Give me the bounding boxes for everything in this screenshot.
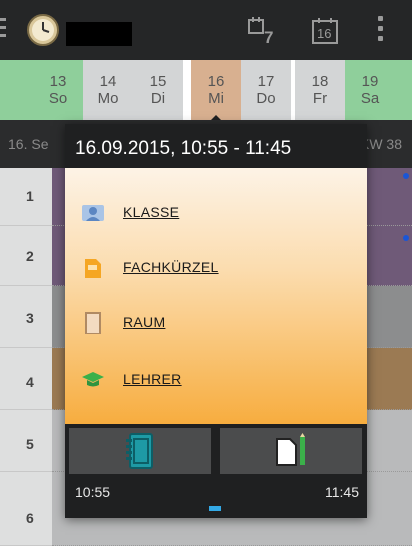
week-icon-number: 7 [264, 28, 274, 47]
dialog-body: KLASSE FACHKÜRZEL RAUM LEHRER [65, 168, 367, 424]
homework-button[interactable] [69, 428, 211, 474]
day-friday[interactable]: 18 Fr [295, 60, 345, 120]
day-number: 16 [207, 73, 225, 90]
time-start: 10:55 [75, 484, 111, 500]
teacher-hat-icon [81, 369, 105, 391]
day-name: Mo [97, 90, 119, 107]
period-4: 4 [0, 348, 52, 410]
class-link[interactable]: KLASSE [65, 198, 367, 228]
page-indicator [209, 506, 221, 511]
day-number: 18 [311, 73, 329, 90]
clock-icon[interactable] [26, 13, 60, 47]
lesson-indicator-dot [403, 235, 409, 241]
teacher-label[interactable]: LEHRER [123, 371, 182, 387]
class-label[interactable]: KLASSE [123, 204, 179, 220]
time-end: 11:45 [325, 484, 359, 500]
day-name: So [48, 90, 68, 107]
period-number: 5 [26, 436, 34, 452]
document-edit-icon [276, 433, 305, 466]
period-number: 2 [26, 248, 34, 264]
period-number: 1 [26, 188, 34, 204]
day-name: Do [256, 90, 276, 107]
day-strip: 13 So 14 Mo 15 Di 16 Mi 17 Do 18 Fr 19 Sa [0, 60, 412, 120]
day-edge-left [0, 60, 33, 120]
screen: 7 16 13 So 14 Mo 15 Di 16 Mi 17 Do 18 Fr 19 Sa … [0, 0, 412, 546]
menu-icon[interactable] [0, 18, 6, 40]
day-saturday[interactable]: 19 Sa [345, 60, 395, 120]
calendar-day-icon[interactable]: 16 [310, 16, 340, 46]
day-number: 13 [49, 73, 67, 90]
period-6: 6 [0, 472, 52, 546]
day-number: 14 [99, 73, 117, 90]
subject-link[interactable]: FACHKÜRZEL [65, 253, 367, 283]
app-bar: 7 16 [0, 0, 412, 60]
day-name: Mi [208, 90, 224, 107]
teacher-link[interactable]: LEHRER [65, 365, 367, 395]
day-name: Di [150, 90, 166, 107]
period-3: 3 [0, 286, 52, 348]
day-wednesday[interactable]: 16 Mi [191, 60, 241, 120]
room-door-icon [81, 312, 105, 335]
day-thursday[interactable]: 17 Do [241, 60, 291, 120]
day-icon-number: 16 [317, 26, 332, 41]
day-tuesday[interactable]: 15 Di [133, 60, 183, 120]
notes-button[interactable] [220, 428, 362, 474]
day-number: 15 [149, 73, 167, 90]
period-2: 2 [0, 226, 52, 286]
day-edge-right [395, 60, 412, 120]
day-monday[interactable]: 14 Mo [83, 60, 133, 120]
class-icon [81, 202, 105, 224]
more-vert-icon[interactable] [378, 16, 384, 46]
period-number: 6 [26, 510, 34, 526]
day-name: Sa [360, 90, 380, 107]
calendar-week-icon[interactable]: 7 [247, 16, 279, 47]
period-number: 3 [26, 310, 34, 326]
day-number: 17 [257, 73, 275, 90]
lesson-detail-dialog: 16.09.2015, 10:55 - 11:45 KLASSE FACHKÜR… [65, 124, 367, 518]
period-number: 4 [26, 374, 34, 390]
date-label: 16. Se [8, 136, 49, 152]
dialog-title: 16.09.2015, 10:55 - 11:45 [75, 138, 292, 159]
subject-label[interactable]: FACHKÜRZEL [123, 259, 219, 275]
period-5: 5 [0, 410, 52, 472]
subject-icon [81, 257, 105, 279]
notebook-icon [126, 433, 153, 469]
day-sunday[interactable]: 13 So [33, 60, 83, 120]
lesson-indicator-dot [403, 173, 409, 179]
title-redacted [66, 22, 132, 46]
day-number: 19 [361, 73, 379, 90]
day-name: Fr [312, 90, 328, 107]
room-link[interactable]: RAUM [65, 308, 367, 338]
period-1: 1 [0, 168, 52, 226]
room-label[interactable]: RAUM [123, 314, 165, 330]
